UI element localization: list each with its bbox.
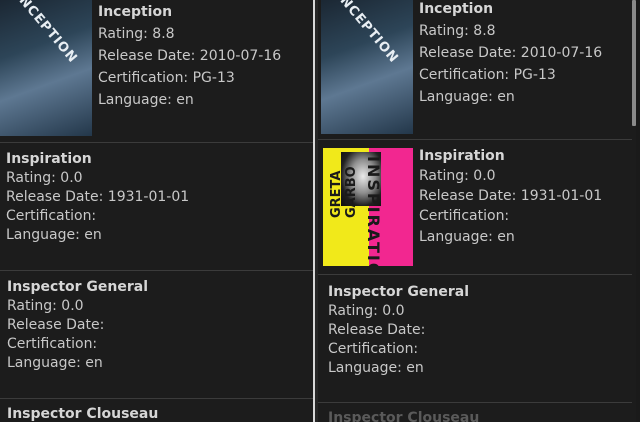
inspiration-poster-star: GRETA GARBO — [329, 166, 359, 218]
movie-release-date: Release Date: — [7, 317, 105, 333]
movie-certification: Certification: — [7, 336, 98, 352]
movie-language: Language: en — [419, 229, 515, 245]
movie-title[interactable]: Inspiration — [6, 151, 92, 167]
movie-rating: Rating: 8.8 — [98, 26, 175, 42]
movie-language: Language: en — [419, 89, 515, 105]
movie-rating: Rating: 0.0 — [419, 168, 496, 184]
movie-certification: Certification: — [6, 208, 97, 224]
movie-release-date: Release Date: 2010-07-16 — [419, 45, 603, 61]
movie-rating: Rating: 0.0 — [328, 303, 405, 319]
inspiration-poster-title: INSPIRATION — [364, 156, 383, 266]
scrollbar[interactable] — [632, 0, 636, 422]
inception-poster: INCEPTION — [321, 0, 413, 134]
movie-language: Language: en — [98, 92, 194, 108]
movie-language: Language: en — [7, 355, 103, 371]
movie-release-date: Release Date: 1931-01-01 — [419, 188, 603, 204]
scrollbar-thumb[interactable] — [632, 0, 636, 126]
movie-title[interactable]: Inspector General — [7, 279, 148, 295]
movie-certification: Certification: — [419, 208, 510, 224]
movie-title[interactable]: Inspector Clouseau — [7, 406, 158, 422]
inspiration-poster: INSPIRATION GRETA GARBO — [323, 148, 413, 266]
movie-release-date: Release Date: — [328, 322, 426, 338]
row-divider — [0, 142, 313, 143]
inception-poster-title: INCEPTION — [11, 0, 81, 67]
movie-list-right[interactable]: INCEPTION Inception Rating: 8.8 Release … — [318, 0, 636, 422]
movie-list-left[interactable]: INCEPTION Inception Rating: 8.8 Release … — [0, 0, 313, 422]
row-divider — [318, 274, 636, 275]
row-divider — [318, 402, 636, 403]
movie-title[interactable]: Inspector Clouseau — [328, 410, 479, 422]
movie-title[interactable]: Inspector General — [328, 284, 469, 300]
row-divider — [318, 139, 636, 140]
movie-title[interactable]: Inception — [98, 4, 172, 20]
inception-poster: INCEPTION — [0, 0, 92, 136]
inception-poster-title: INCEPTION — [332, 0, 402, 67]
movie-title[interactable]: Inspiration — [419, 148, 505, 164]
movie-certification: Certification: PG-13 — [419, 67, 556, 83]
movie-language: Language: en — [6, 227, 102, 243]
movie-certification: Certification: — [328, 341, 419, 357]
movie-rating: Rating: 8.8 — [419, 23, 496, 39]
movie-rating: Rating: 0.0 — [7, 298, 84, 314]
movie-release-date: Release Date: 2010-07-16 — [98, 48, 282, 64]
movie-certification: Certification: PG-13 — [98, 70, 235, 86]
movie-rating: Rating: 0.0 — [6, 170, 83, 186]
movie-language: Language: en — [328, 360, 424, 376]
movie-title[interactable]: Inception — [419, 1, 493, 17]
row-divider — [0, 270, 313, 271]
row-divider — [0, 398, 313, 399]
movie-release-date: Release Date: 1931-01-01 — [6, 189, 190, 205]
